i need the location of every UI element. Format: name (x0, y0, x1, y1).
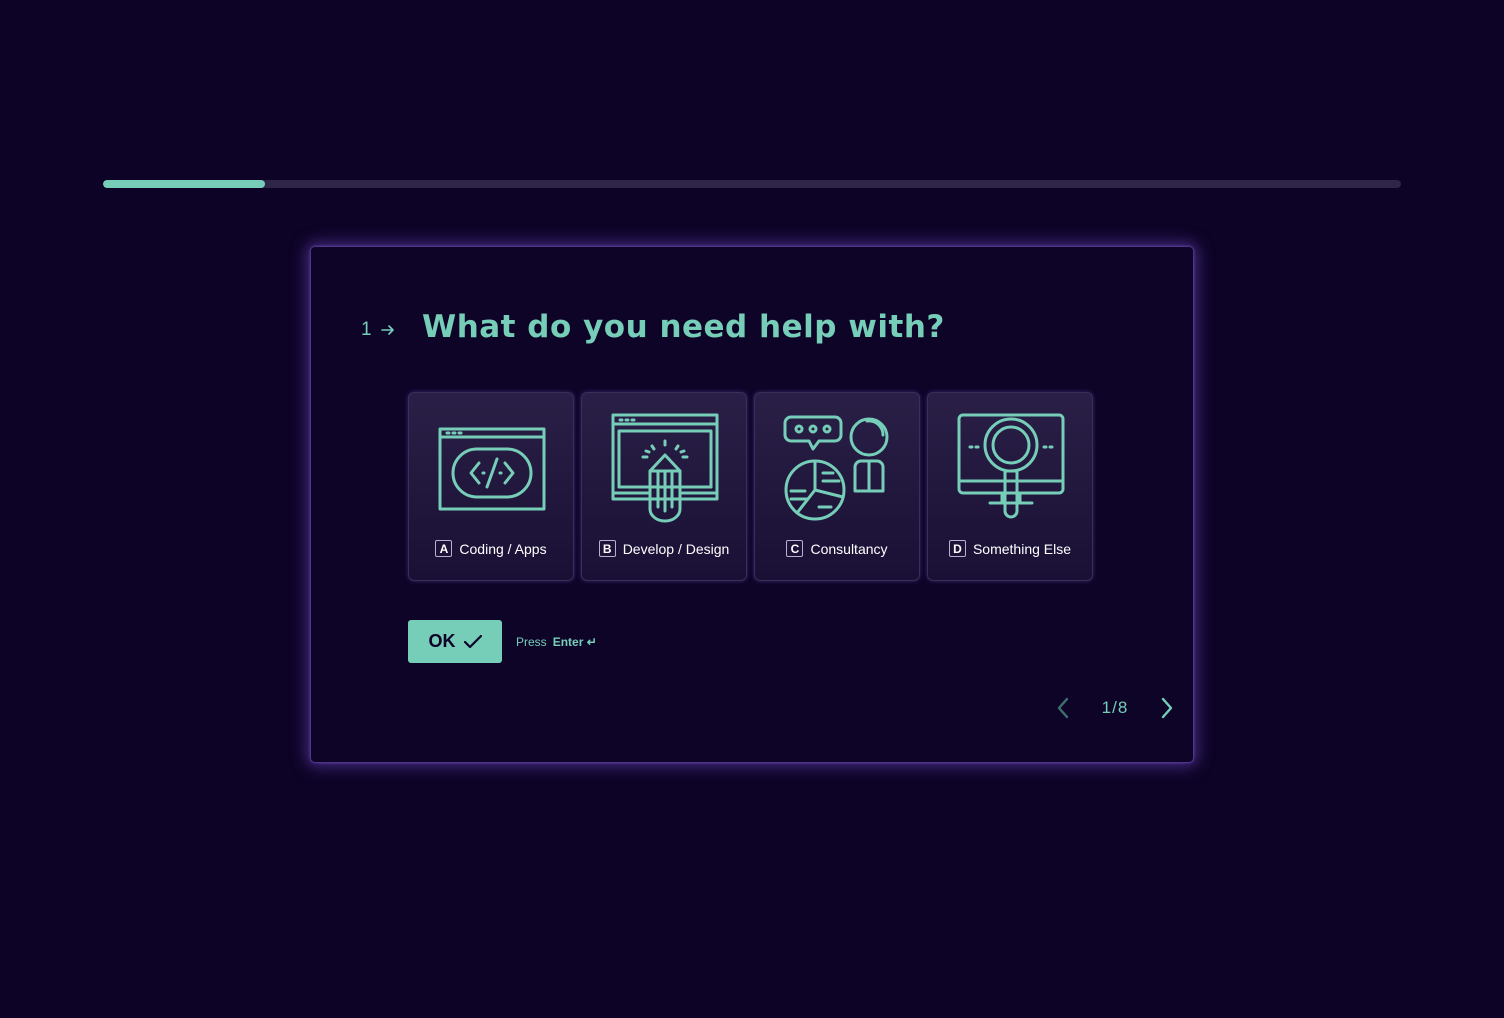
design-pencil-icon (611, 413, 719, 523)
option-consultancy[interactable]: C Consultancy (754, 392, 920, 581)
option-something-else[interactable]: D Something Else (927, 392, 1093, 581)
option-key-badge: B (598, 540, 616, 557)
page-indicator: 1/8 (1101, 698, 1129, 717)
enter-key-label: Enter ↵ (552, 635, 597, 649)
option-label: Develop / Design (622, 540, 730, 557)
chevron-left-icon[interactable] (1051, 695, 1075, 721)
option-develop-design[interactable]: B Develop / Design (581, 392, 747, 581)
options-list: A Coding / Apps B Develop / Design C Con… (408, 392, 1093, 581)
option-coding-apps[interactable]: A Coding / Apps (408, 392, 574, 581)
question-number: 1 (361, 319, 396, 341)
pager: 1/8 (1051, 695, 1179, 721)
progress-bar-fill (103, 180, 266, 188)
option-footer: D Something Else (928, 540, 1092, 557)
consultancy-chat-chart-icon (783, 415, 889, 521)
page: 1 What do you need help with? A Coding /… (0, 0, 1504, 1018)
question-title: What do you need help with? (422, 309, 945, 345)
checkmark-icon (463, 634, 482, 648)
ok-button-label: OK (428, 631, 456, 651)
option-label: Coding / Apps (459, 540, 547, 557)
option-key-badge: A (435, 540, 453, 557)
option-label: Something Else (972, 540, 1072, 557)
chevron-right-icon[interactable] (1155, 695, 1179, 721)
magnifier-monitor-icon (957, 413, 1065, 519)
option-footer: B Develop / Design (582, 540, 746, 557)
arrow-right-icon (380, 325, 394, 335)
question-number-label: 1 (361, 319, 372, 340)
option-label: Consultancy (810, 540, 888, 557)
option-footer: A Coding / Apps (409, 540, 573, 557)
press-enter-hint: Press Enter ↵ (516, 635, 597, 649)
code-window-icon (438, 427, 546, 511)
progress-bar (103, 180, 1401, 188)
option-key-badge: D (948, 540, 966, 557)
option-footer: C Consultancy (755, 540, 919, 557)
question-panel: 1 What do you need help with? A Coding /… (311, 247, 1193, 762)
ok-button[interactable]: OK (408, 620, 502, 663)
option-key-badge: C (786, 540, 804, 557)
press-label: Press (516, 635, 547, 649)
